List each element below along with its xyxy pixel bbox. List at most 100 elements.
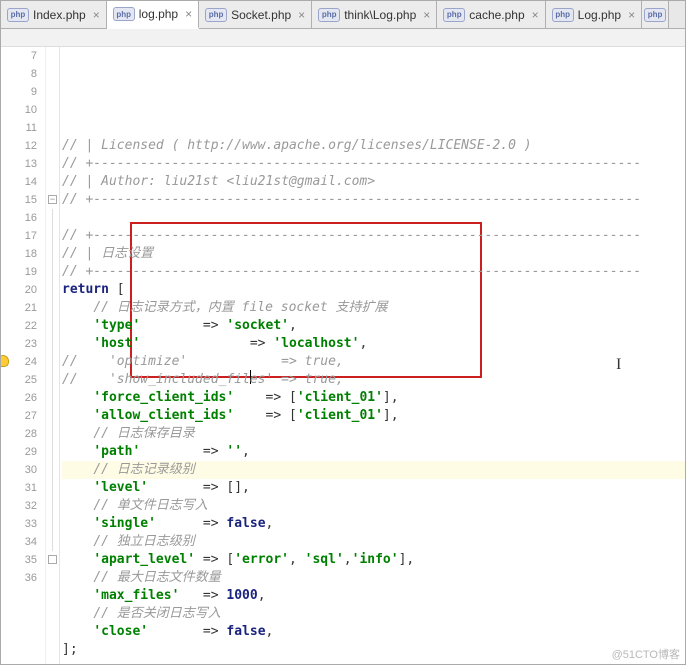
- line-number[interactable]: 8: [1, 65, 37, 83]
- fold-cell[interactable]: [46, 263, 59, 281]
- line-number[interactable]: 16: [1, 209, 37, 227]
- fold-cell[interactable]: [46, 497, 59, 515]
- code-line[interactable]: 'path' => '',: [62, 443, 685, 461]
- code-line[interactable]: // 'show_included_files' => true,: [62, 371, 685, 389]
- line-number[interactable]: 32: [1, 497, 37, 515]
- fold-cell[interactable]: [46, 461, 59, 479]
- fold-cell[interactable]: [46, 65, 59, 83]
- code-area[interactable]: I // | Licensed ( http://www.apache.org/…: [60, 47, 685, 664]
- code-line[interactable]: // | Licensed ( http://www.apache.org/li…: [62, 137, 685, 155]
- fold-cell[interactable]: [46, 425, 59, 443]
- line-number[interactable]: 28: [1, 425, 37, 443]
- fold-cell[interactable]: [46, 551, 59, 569]
- line-number[interactable]: 10: [1, 101, 37, 119]
- code-line[interactable]: // +------------------------------------…: [62, 155, 685, 173]
- code-line[interactable]: 'close' => false,: [62, 623, 685, 641]
- fold-cell[interactable]: [46, 227, 59, 245]
- line-number[interactable]: 23: [1, 335, 37, 353]
- fold-cell[interactable]: [46, 47, 59, 65]
- tab-think-log-php[interactable]: phpthink\Log.php×: [312, 1, 437, 28]
- line-number[interactable]: 17: [1, 227, 37, 245]
- code-line[interactable]: // +------------------------------------…: [62, 227, 685, 245]
- line-number[interactable]: 7: [1, 47, 37, 65]
- fold-cell[interactable]: [46, 281, 59, 299]
- fold-cell[interactable]: [46, 533, 59, 551]
- fold-cell[interactable]: [46, 569, 59, 587]
- code-line[interactable]: 'single' => false,: [62, 515, 685, 533]
- code-line[interactable]: [62, 209, 685, 227]
- code-line[interactable]: // 独立日志级别: [62, 533, 685, 551]
- line-number[interactable]: 19: [1, 263, 37, 281]
- code-line[interactable]: return [: [62, 281, 685, 299]
- fold-cell[interactable]: [46, 335, 59, 353]
- code-line[interactable]: // 日志保存目录: [62, 425, 685, 443]
- fold-minus-icon[interactable]: −: [48, 195, 57, 204]
- fold-column[interactable]: −: [46, 47, 60, 664]
- fold-cell[interactable]: [46, 389, 59, 407]
- fold-cell[interactable]: [46, 101, 59, 119]
- close-icon[interactable]: ×: [423, 8, 430, 22]
- line-number[interactable]: 18: [1, 245, 37, 263]
- fold-cell[interactable]: [46, 407, 59, 425]
- fold-cell[interactable]: [46, 479, 59, 497]
- fold-cell[interactable]: [46, 317, 59, 335]
- fold-cell[interactable]: [46, 299, 59, 317]
- line-number[interactable]: 29: [1, 443, 37, 461]
- line-number[interactable]: 14: [1, 173, 37, 191]
- code-line[interactable]: // 日志记录方式，内置 file socket 支持扩展: [62, 299, 685, 317]
- fold-cell[interactable]: [46, 353, 59, 371]
- close-icon[interactable]: ×: [185, 7, 192, 21]
- line-number[interactable]: 21: [1, 299, 37, 317]
- tab-index-php[interactable]: phpIndex.php×: [1, 1, 107, 28]
- line-number[interactable]: 35: [1, 551, 37, 569]
- line-number[interactable]: 33: [1, 515, 37, 533]
- code-line[interactable]: // 日志记录级别: [62, 461, 685, 479]
- tab-cache-php[interactable]: phpcache.php×: [437, 1, 545, 28]
- line-number[interactable]: 30: [1, 461, 37, 479]
- code-line[interactable]: // 是否关闭日志写入: [62, 605, 685, 623]
- code-line[interactable]: 'allow_client_ids' => ['client_01'],: [62, 407, 685, 425]
- fold-cell[interactable]: [46, 371, 59, 389]
- code-line[interactable]: 'type' => 'socket',: [62, 317, 685, 335]
- lightbulb-icon[interactable]: [1, 355, 9, 367]
- fold-cell[interactable]: [46, 137, 59, 155]
- line-number[interactable]: 27: [1, 407, 37, 425]
- code-line[interactable]: // +------------------------------------…: [62, 191, 685, 209]
- line-number[interactable]: 13: [1, 155, 37, 173]
- close-icon[interactable]: ×: [93, 8, 100, 22]
- code-line[interactable]: // 'optimize' => true,: [62, 353, 685, 371]
- fold-cell[interactable]: −: [46, 191, 59, 209]
- code-line[interactable]: ];: [62, 641, 685, 659]
- line-number[interactable]: 11: [1, 119, 37, 137]
- code-line[interactable]: // 最大日志文件数量: [62, 569, 685, 587]
- code-line[interactable]: [62, 659, 685, 664]
- fold-cell[interactable]: [46, 119, 59, 137]
- line-number[interactable]: 26: [1, 389, 37, 407]
- fold-cell[interactable]: [46, 155, 59, 173]
- line-number[interactable]: 31: [1, 479, 37, 497]
- code-line[interactable]: 'level' => [],: [62, 479, 685, 497]
- line-number[interactable]: 9: [1, 83, 37, 101]
- close-icon[interactable]: ×: [532, 8, 539, 22]
- close-icon[interactable]: ×: [628, 8, 635, 22]
- code-line[interactable]: 'max_files' => 1000,: [62, 587, 685, 605]
- fold-cell[interactable]: [46, 83, 59, 101]
- code-line[interactable]: 'force_client_ids' => ['client_01'],: [62, 389, 685, 407]
- line-number[interactable]: 25: [1, 371, 37, 389]
- code-line[interactable]: // +------------------------------------…: [62, 263, 685, 281]
- line-number[interactable]: 34: [1, 533, 37, 551]
- fold-cell[interactable]: [46, 173, 59, 191]
- fold-cell[interactable]: [46, 443, 59, 461]
- tab-log-php[interactable]: phpLog.php×: [546, 1, 642, 28]
- fold-cell[interactable]: [46, 209, 59, 227]
- tab-overflow[interactable]: php: [642, 1, 669, 28]
- line-number[interactable]: 36: [1, 569, 37, 587]
- line-number-gutter[interactable]: 7891011121314151617181920212223242526272…: [1, 47, 46, 664]
- line-number[interactable]: 15: [1, 191, 37, 209]
- line-number[interactable]: 24: [1, 353, 37, 371]
- tab-log-php[interactable]: phplog.php×: [107, 1, 199, 29]
- code-line[interactable]: 'host' => 'localhost',: [62, 335, 685, 353]
- close-icon[interactable]: ×: [298, 8, 305, 22]
- fold-cell[interactable]: [46, 515, 59, 533]
- code-line[interactable]: // | 日志设置: [62, 245, 685, 263]
